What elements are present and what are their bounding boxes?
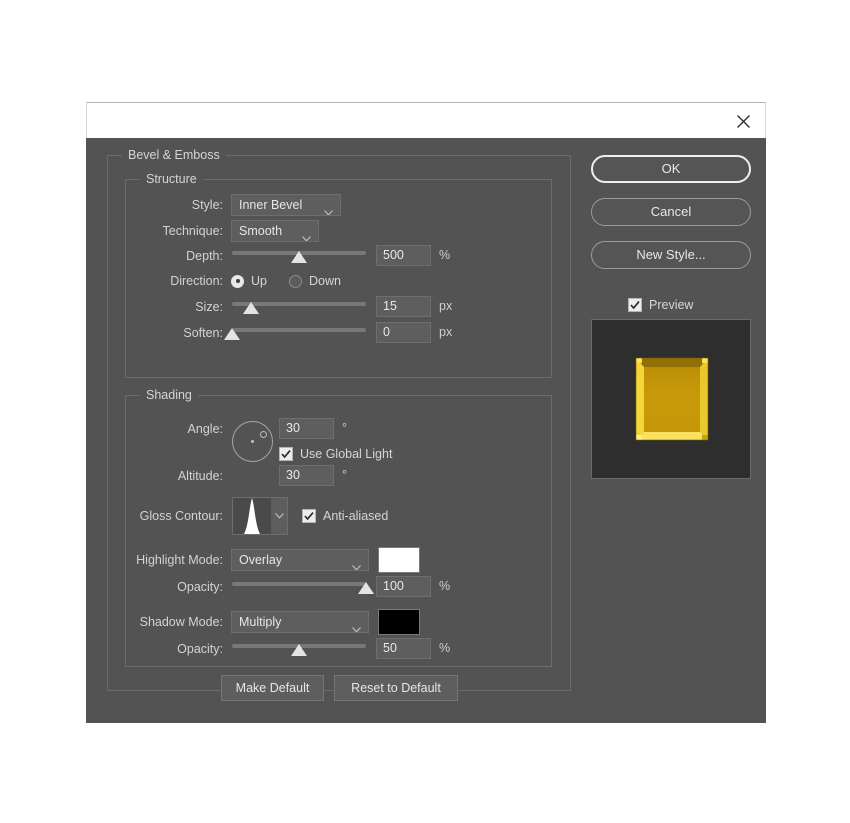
shading-group: Shading Angle: 30 ° Use Global Light Alt…	[125, 388, 552, 667]
direction-radio-down[interactable]: Down	[289, 270, 341, 292]
anti-aliased-label: Anti-aliased	[323, 509, 389, 523]
close-icon[interactable]	[729, 107, 757, 135]
angle-input[interactable]: 30	[279, 418, 334, 439]
depth-label: Depth:	[186, 249, 223, 263]
layer-style-dialog: Bevel & Emboss Structure Style: Inner Be…	[86, 102, 766, 723]
highlight-opacity-track	[232, 582, 366, 586]
checkmark-icon	[302, 509, 316, 523]
ok-button[interactable]: OK	[591, 155, 751, 183]
highlight-color-swatch[interactable]	[378, 547, 420, 573]
chevron-down-icon	[302, 228, 311, 241]
preview-label: Preview	[649, 298, 694, 312]
gloss-contour-label: Gloss Contour:	[139, 509, 223, 523]
angle-unit: °	[342, 421, 347, 435]
direction-down-label: Down	[309, 274, 341, 288]
highlight-opacity-thumb[interactable]	[358, 582, 374, 594]
altitude-input[interactable]: 30	[279, 465, 334, 486]
shadow-opacity-label: Opacity:	[177, 642, 223, 656]
radio-up-icon	[231, 274, 244, 288]
preview-checkbox[interactable]: Preview	[628, 294, 693, 316]
soften-input[interactable]: 0	[376, 322, 431, 343]
depth-input[interactable]: 500	[376, 245, 431, 266]
make-default-button[interactable]: Make Default	[221, 675, 324, 701]
shadow-color-swatch[interactable]	[378, 609, 420, 635]
technique-label: Technique:	[162, 224, 223, 238]
reset-to-default-button[interactable]: Reset to Default	[334, 675, 458, 701]
size-label: Size:	[195, 300, 223, 314]
dialog-title-bar	[86, 102, 766, 138]
direction-radio-up[interactable]: Up	[231, 270, 267, 292]
structure-group: Structure Style: Inner Bevel Technique: …	[125, 172, 552, 378]
style-preview-thumbnail	[591, 319, 751, 479]
highlight-opacity-slider[interactable]	[232, 576, 374, 598]
angle-label: Angle:	[187, 422, 223, 436]
chevron-down-icon	[324, 202, 333, 215]
direction-label: Direction:	[170, 274, 223, 288]
angle-dial-handle[interactable]	[260, 431, 267, 438]
shadow-mode-value: Multiply	[239, 615, 282, 629]
gloss-contour-preview[interactable]	[232, 497, 272, 535]
chevron-down-icon	[352, 557, 361, 570]
soften-unit: px	[439, 325, 453, 339]
checkmark-icon	[628, 298, 642, 312]
size-input[interactable]: 15	[376, 296, 431, 317]
soften-slider-thumb[interactable]	[224, 328, 240, 340]
highlight-opacity-unit: %	[439, 579, 451, 593]
depth-unit: %	[439, 248, 451, 262]
size-unit: px	[439, 299, 453, 313]
highlight-mode-label: Highlight Mode:	[136, 553, 223, 567]
highlight-opacity-input[interactable]: 100	[376, 576, 431, 597]
bevel-emboss-group: Bevel & Emboss Structure Style: Inner Be…	[107, 148, 571, 701]
technique-select[interactable]: Smooth	[231, 220, 319, 242]
style-select[interactable]: Inner Bevel	[231, 194, 341, 216]
soften-label: Soften:	[183, 326, 223, 340]
depth-slider[interactable]	[232, 245, 366, 267]
angle-dial-center	[251, 440, 254, 443]
soften-slider-track	[232, 328, 366, 332]
technique-select-value: Smooth	[239, 224, 283, 238]
shadow-opacity-input[interactable]: 50	[376, 638, 431, 659]
new-style-button[interactable]: New Style...	[591, 241, 751, 269]
style-select-value: Inner Bevel	[239, 198, 303, 212]
highlight-mode-value: Overlay	[239, 553, 283, 567]
shading-legend: Shading	[140, 388, 198, 402]
bevel-emboss-legend: Bevel & Emboss	[122, 148, 226, 162]
cancel-button[interactable]: Cancel	[591, 198, 751, 226]
direction-up-label: Up	[251, 274, 267, 288]
use-global-light-checkbox[interactable]: Use Global Light	[279, 443, 392, 465]
size-slider[interactable]	[232, 296, 366, 318]
size-slider-thumb[interactable]	[242, 302, 259, 314]
structure-legend: Structure	[140, 172, 203, 186]
highlight-opacity-label: Opacity:	[177, 580, 223, 594]
use-global-light-label: Use Global Light	[300, 447, 393, 461]
gloss-contour-dropdown[interactable]	[271, 497, 288, 535]
depth-slider-thumb[interactable]	[291, 251, 307, 263]
shadow-opacity-unit: %	[439, 641, 451, 655]
radio-down-icon	[289, 274, 302, 288]
shadow-opacity-thumb[interactable]	[291, 644, 307, 656]
style-label: Style:	[191, 198, 223, 212]
shadow-mode-label: Shadow Mode:	[139, 615, 223, 629]
altitude-label: Altitude:	[177, 469, 223, 483]
highlight-mode-select[interactable]: Overlay	[231, 549, 369, 571]
soften-slider[interactable]	[224, 322, 366, 344]
angle-dial[interactable]	[232, 421, 273, 462]
dialog-body: Bevel & Emboss Structure Style: Inner Be…	[86, 138, 766, 723]
altitude-unit: °	[342, 468, 347, 482]
anti-aliased-checkbox[interactable]: Anti-aliased	[302, 505, 388, 527]
checkmark-icon	[279, 447, 293, 461]
chevron-down-icon	[352, 619, 361, 632]
shadow-mode-select[interactable]: Multiply	[231, 611, 369, 633]
shadow-opacity-slider[interactable]	[232, 638, 366, 660]
